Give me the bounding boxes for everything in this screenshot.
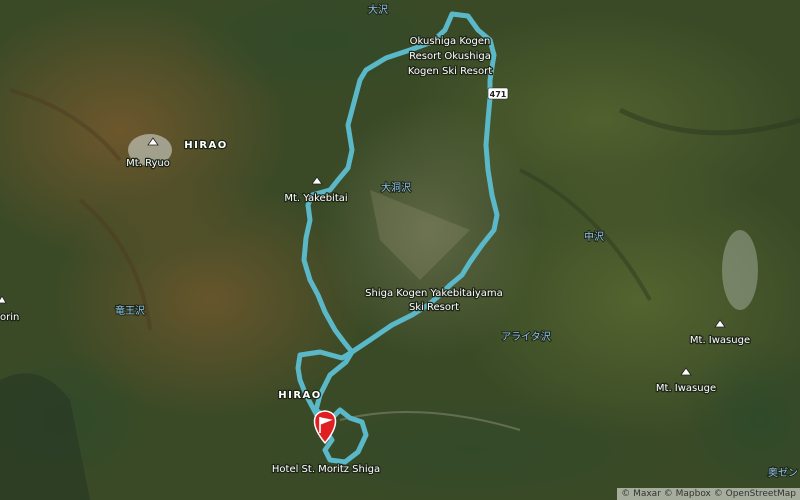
label-mt-yakebitai: Mt. Yakebitai xyxy=(284,193,347,204)
label-ryuo-sawa: 竜王沢 xyxy=(115,304,145,317)
label-orin: orin xyxy=(0,312,19,323)
map-attribution[interactable]: © Maxar © Mapbox © OpenStreetMap xyxy=(617,488,800,500)
label-odohora: 大洞沢 xyxy=(381,181,411,194)
terrain-texture xyxy=(0,0,800,500)
label-mt-ryuo: Mt. Ryuo xyxy=(126,158,170,169)
label-okushiga-2: Resort Okushiga xyxy=(409,51,491,62)
label-mt-iwasuge-1: Mt. Iwasuge xyxy=(690,335,750,346)
label-nakazawa: 中沢 xyxy=(584,230,604,243)
label-okuzen: 奥ゼン xyxy=(768,466,798,479)
label-shiga-resort-1: Shiga Kogen Yakebitaiyama xyxy=(365,288,503,299)
satellite-map[interactable]: 471 大沢 Okushiga Kogen Resort Okushiga Ko… xyxy=(0,0,800,500)
svg-text:471: 471 xyxy=(490,90,507,99)
label-hirao-bottom: HIRAO xyxy=(278,390,322,401)
label-araita: アライタ沢 xyxy=(501,330,551,343)
label-okushiga-1: Okushiga Kogen xyxy=(410,36,491,47)
road-shield-471: 471 xyxy=(487,87,509,100)
label-hirao-top: HIRAO xyxy=(184,140,228,151)
label-okushiga-3: Kogen Ski Resort xyxy=(408,66,492,77)
label-hotel: Hotel St. Moritz Shiga xyxy=(272,464,380,475)
label-mt-iwasuge-2: Mt. Iwasuge xyxy=(656,383,716,394)
label-shiga-resort-2: Ski Resort xyxy=(409,302,459,313)
label-osawa: 大沢 xyxy=(368,3,388,16)
